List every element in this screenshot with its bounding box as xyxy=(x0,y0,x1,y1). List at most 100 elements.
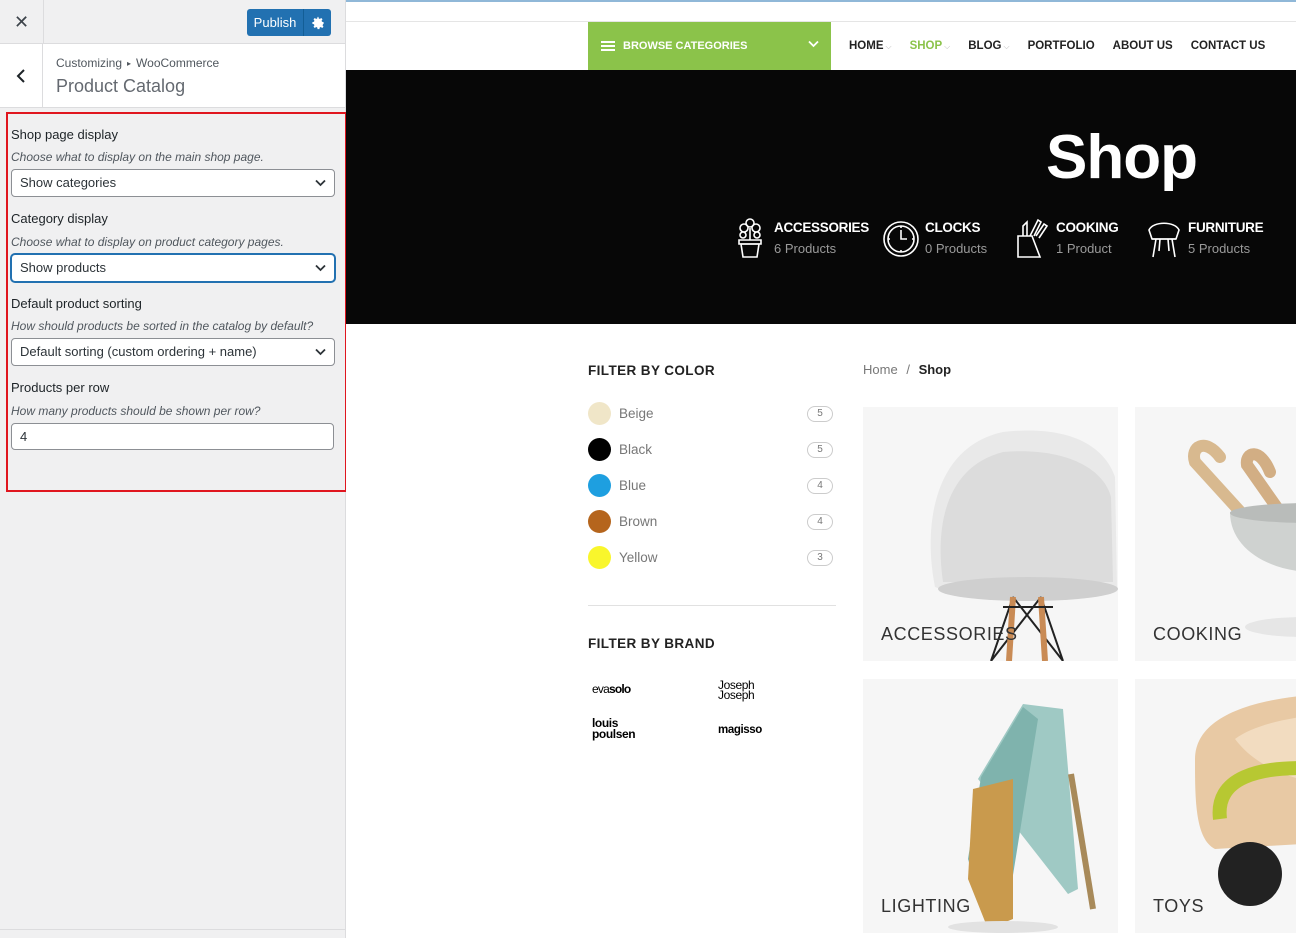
default-sorting-select[interactable]: Default sorting (custom ordering + name) xyxy=(11,338,335,366)
tile-label: COOKING xyxy=(1153,624,1243,644)
clock-icon xyxy=(883,221,919,257)
brand-louis-line2: poulsen xyxy=(592,727,636,741)
preview-top-line xyxy=(346,0,1296,2)
customizer-breadcrumb: Customizing ▸ WooCommerce xyxy=(56,56,219,70)
color-name: Yellow xyxy=(619,550,658,565)
color-name: Brown xyxy=(619,514,658,529)
brand-eva-solo-logo[interactable]: evasolo xyxy=(592,682,631,696)
back-button[interactable] xyxy=(0,44,43,108)
category-display-title: Category display xyxy=(11,211,108,226)
hero-category-name: ACCESSORIES xyxy=(774,220,869,235)
chevron-down-icon xyxy=(315,348,326,356)
color-filter-brown[interactable]: Brown 4 xyxy=(588,510,833,534)
color-swatch xyxy=(588,546,611,569)
breadcrumb-current: Shop xyxy=(918,362,952,377)
nav-contact-us-label: CONTACT US xyxy=(1190,40,1266,52)
bowl-image xyxy=(1188,439,1296,637)
category-display-value: Show products xyxy=(20,260,106,275)
caret-down-icon: ⌵ xyxy=(944,42,951,51)
caret-down-icon: ⌵ xyxy=(885,42,892,51)
hero-title: Shop xyxy=(1046,123,1198,192)
color-filter-beige[interactable]: Beige 5 xyxy=(588,402,833,426)
brand-louis-poulsen-logo[interactable]: louis poulsen xyxy=(592,717,636,741)
products-per-row-input[interactable]: 4 xyxy=(11,423,334,450)
plant-pot-icon xyxy=(738,218,762,258)
breadcrumb-separator-icon: ▸ xyxy=(127,59,132,68)
publish-label: Publish xyxy=(247,9,304,36)
category-display-select[interactable]: Show products xyxy=(11,254,335,282)
shop-page-display-select[interactable]: Show categories xyxy=(11,169,335,197)
color-name: Blue xyxy=(619,478,647,493)
nav-blog-label: BLOG xyxy=(968,40,1002,52)
publish-settings-gear-icon[interactable] xyxy=(304,16,331,30)
section-heading: Product Catalog xyxy=(56,76,186,96)
brand-magisso-text: magisso xyxy=(718,724,762,736)
products-per-row-value: 4 xyxy=(20,429,28,444)
browse-categories-label: BROWSE CATEGORIES xyxy=(623,40,748,52)
nav-shop[interactable]: SHOP ⌵ xyxy=(910,40,951,52)
toy-car-image xyxy=(1195,696,1296,906)
category-tile-cooking[interactable]: COOKING xyxy=(1135,407,1296,661)
site-preview: BROWSE CATEGORIES HOME ⌵ SHOP ⌵ BLOG ⌵ PORT… xyxy=(346,0,1296,938)
nav-shop-label: SHOP xyxy=(909,40,943,52)
breadcrumb-home-link[interactable]: Home xyxy=(863,362,898,377)
color-swatch xyxy=(588,438,611,461)
nav-contact-us[interactable]: CONTACT US xyxy=(1191,40,1266,52)
close-icon: ✕ xyxy=(13,11,30,32)
color-count-badge: 4 xyxy=(807,478,833,494)
tile-label: ACCESSORIES xyxy=(881,624,1018,644)
shop-page-display-title: Shop page display xyxy=(11,127,118,142)
shop-hero-banner: Shop ACCESSORIES 6 Products CLOCKS 0 Pro… xyxy=(346,70,1296,324)
chevron-down-icon xyxy=(315,264,326,272)
category-tile-accessories[interactable]: ACCESSORIES xyxy=(863,407,1118,661)
nav-about-us-label: ABOUT US xyxy=(1112,40,1173,52)
lamp-image xyxy=(948,704,1096,933)
category-tile-toys[interactable]: TOYS xyxy=(1135,679,1296,933)
category-tile-lighting[interactable]: LIGHTING xyxy=(863,679,1118,933)
nav-home[interactable]: HOME ⌵ xyxy=(849,40,892,52)
color-swatch xyxy=(588,474,611,497)
nav-blog[interactable]: BLOG ⌵ xyxy=(968,40,1009,52)
color-swatch xyxy=(588,510,611,533)
close-customizer-button[interactable]: ✕ xyxy=(0,0,44,44)
category-display-description: Choose what to display on product catego… xyxy=(11,235,284,249)
hero-category-name: COOKING xyxy=(1056,220,1119,235)
brand-magisso-logo[interactable]: magisso xyxy=(718,724,762,736)
hamburger-icon xyxy=(601,39,615,53)
nav-portfolio-label: PORTFOLIO xyxy=(1027,40,1095,52)
default-sorting-value: Default sorting (custom ordering + name) xyxy=(20,344,257,359)
main-navigation: HOME ⌵ SHOP ⌵ BLOG ⌵ PORTFOLIO ABOUT US CON… xyxy=(849,40,1283,52)
nav-portfolio[interactable]: PORTFOLIO xyxy=(1028,40,1095,52)
brand-joseph-joseph-logo[interactable]: Joseph Joseph xyxy=(718,679,755,702)
nav-about-us[interactable]: ABOUT US xyxy=(1113,40,1173,52)
default-sorting-title: Default product sorting xyxy=(11,296,142,311)
hero-category-name: FURNITURE xyxy=(1188,220,1264,235)
default-sorting-description: How should products be sorted in the cat… xyxy=(11,319,314,333)
chevron-left-icon xyxy=(16,69,25,83)
brand-eva-solo-text: eva xyxy=(592,682,610,696)
tile-label: LIGHTING xyxy=(881,896,971,916)
breadcrumb-separator: / xyxy=(906,362,910,377)
color-count-badge: 4 xyxy=(807,514,833,530)
tile-label: TOYS xyxy=(1153,896,1205,916)
color-filter-yellow[interactable]: Yellow 3 xyxy=(588,546,833,570)
browse-categories-button[interactable]: BROWSE CATEGORIES xyxy=(588,22,831,70)
brand-joseph-line2: Joseph xyxy=(718,688,755,702)
publish-button[interactable]: Publish xyxy=(247,9,331,36)
knife-block-icon xyxy=(1017,218,1049,258)
customizer-header: ✕ Publish xyxy=(0,0,345,44)
color-filter-blue[interactable]: Blue 4 xyxy=(588,474,833,498)
chevron-down-icon xyxy=(315,179,326,187)
caret-down-icon: ⌵ xyxy=(1003,42,1010,51)
filter-divider xyxy=(588,605,836,606)
brand-eva-solo-text-bold: solo xyxy=(608,682,631,696)
color-filter-black[interactable]: Black 5 xyxy=(588,438,833,462)
section-title-bar: Customizing ▸ WooCommerce Product Catalog xyxy=(0,44,345,108)
shop-page-display-description: Choose what to display on the main shop … xyxy=(11,150,264,164)
hero-category-name: CLOCKS xyxy=(925,220,981,235)
customizer-footer xyxy=(0,929,345,938)
hero-category-count: 1 Product xyxy=(1056,241,1112,256)
filter-by-brand-title: FILTER BY BRAND xyxy=(588,636,715,651)
hero-category-count: 6 Products xyxy=(774,241,837,256)
breadcrumb-woocommerce: WooCommerce xyxy=(136,56,220,70)
